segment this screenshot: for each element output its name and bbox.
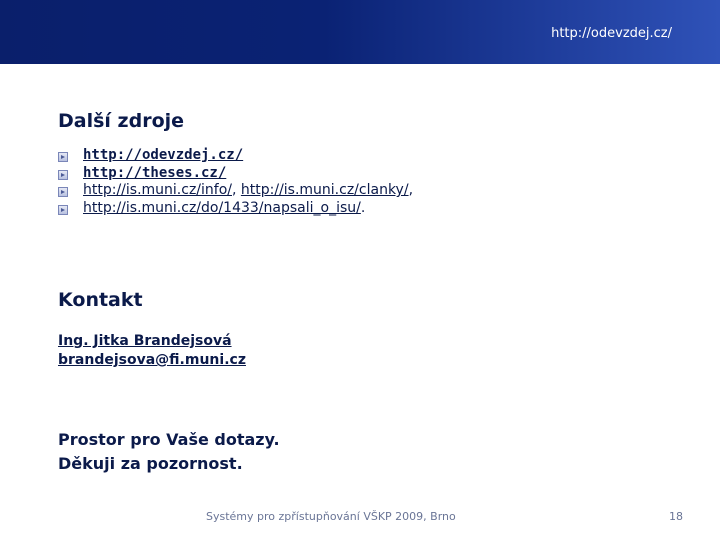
contact-name-link[interactable]: Ing. Jitka Brandejsová: [58, 332, 246, 351]
source-item: http://theses.cz/: [58, 165, 413, 183]
closing-questions: Prostor pro Vaše dotazy.: [58, 430, 280, 449]
header-url: http://odevzdej.cz/: [551, 26, 672, 41]
sources-heading: Další zdroje: [58, 110, 185, 132]
contact-block: Ing. Jitka Brandejsová brandejsova@fi.mu…: [58, 332, 246, 370]
link-odevzdej[interactable]: http://odevzdej.cz/: [83, 147, 243, 163]
link-is-clanky[interactable]: http://is.muni.cz/clanky/: [241, 182, 409, 198]
contact-heading: Kontakt: [58, 289, 143, 311]
link-is-napsali[interactable]: http://is.muni.cz/do/1433/napsali_o_isu/: [83, 200, 361, 216]
link-is-info[interactable]: http://is.muni.cz/info/: [83, 182, 232, 198]
source-item: http://is.muni.cz/info/, http://is.muni.…: [58, 182, 413, 200]
footer-text: Systémy pro zpřístupňování VŠKP 2009, Br…: [206, 510, 456, 523]
source-item: http://is.muni.cz/do/1433/napsali_o_isu/…: [58, 200, 413, 218]
bullet-icon: [58, 169, 68, 180]
bullet-icon: [58, 152, 68, 162]
separator: .: [360, 199, 366, 216]
link-theses[interactable]: http://theses.cz/: [83, 165, 226, 181]
closing-text: Prostor pro Vaše dotazy. Děkuji za pozor…: [58, 428, 280, 476]
bullet-icon: [58, 187, 68, 197]
page-number: 18: [669, 510, 683, 523]
separator: ,: [408, 182, 414, 198]
header-bar: http://odevzdej.cz/: [0, 0, 720, 64]
separator: ,: [231, 182, 241, 198]
closing-thanks: Děkuji za pozornost.: [58, 454, 243, 473]
source-item: http://odevzdej.cz/: [58, 147, 413, 165]
sources-list: http://odevzdej.cz/ http://theses.cz/ ht…: [58, 147, 413, 217]
contact-email-link[interactable]: brandejsova@fi.muni.cz: [58, 351, 246, 370]
bullet-icon: [58, 204, 68, 215]
